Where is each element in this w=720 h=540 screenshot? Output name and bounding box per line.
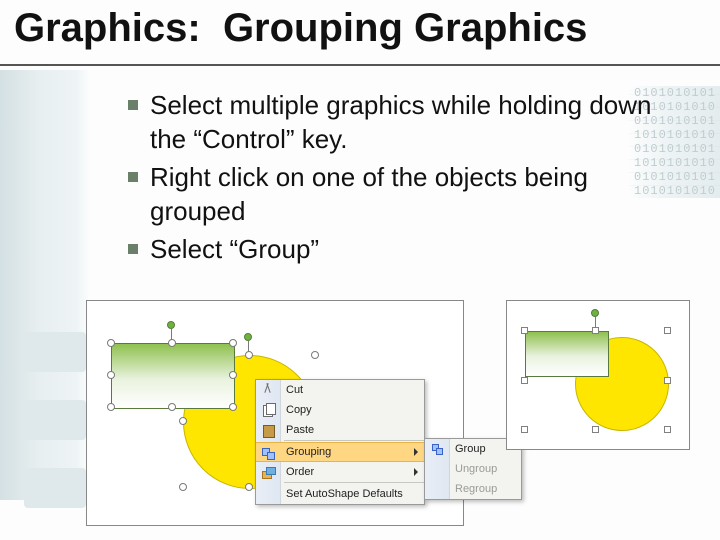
rectangle-shape[interactable] [111, 343, 235, 409]
menu-item-copy[interactable]: Copy [256, 400, 424, 420]
list-item: Select “Group” [128, 232, 688, 266]
left-tab-deco [24, 400, 86, 440]
title-underline [0, 64, 720, 66]
selection-handle[interactable] [168, 403, 176, 411]
selection-handle[interactable] [229, 403, 237, 411]
bullet-square-icon [128, 100, 138, 110]
selection-handle[interactable] [107, 339, 115, 347]
menu-item-paste[interactable]: Paste [256, 420, 424, 440]
submenu-item-ungroup: Ungroup [425, 459, 521, 479]
selection-handle[interactable] [107, 403, 115, 411]
group-handle[interactable] [521, 327, 528, 334]
menu-item-set-autoshape-defaults[interactable]: Set AutoShape Defaults [256, 484, 424, 504]
group-icon [429, 441, 445, 457]
slide: 0101010101 1010101010 0101010101 1010101… [0, 0, 720, 540]
cut-icon [260, 382, 276, 398]
list-item: Select multiple graphics while holding d… [128, 88, 688, 156]
selection-handle[interactable] [179, 417, 187, 425]
order-icon [260, 464, 276, 480]
rectangle-shape[interactable] [525, 331, 609, 377]
menu-item-label: Order [286, 466, 314, 478]
group-handle[interactable] [592, 426, 599, 433]
group-handle[interactable] [664, 426, 671, 433]
selection-handle[interactable] [245, 351, 253, 359]
menu-item-label: Grouping [286, 446, 331, 458]
selection-handle[interactable] [229, 371, 237, 379]
bullet-list: Select multiple graphics while holding d… [128, 88, 688, 270]
rotation-handle-icon[interactable] [591, 309, 599, 317]
group-handle[interactable] [521, 426, 528, 433]
bullet-square-icon [128, 172, 138, 182]
submenu-arrow-icon [414, 448, 418, 456]
group-handle[interactable] [664, 377, 671, 384]
submenu-item-regroup: Regroup [425, 479, 521, 499]
left-tab-deco [24, 468, 86, 508]
menu-item-cut[interactable]: Cut [256, 380, 424, 400]
list-item-text: Select “Group” [150, 232, 688, 266]
copy-icon [260, 402, 276, 418]
menu-item-order[interactable]: Order [256, 462, 424, 482]
context-menu[interactable]: Cut Copy Paste Grouping [255, 379, 425, 505]
list-item-text: Select multiple graphics while holding d… [150, 88, 688, 156]
menu-item-grouping[interactable]: Grouping [256, 442, 424, 462]
bullet-square-icon [128, 244, 138, 254]
menu-item-label: Ungroup [455, 463, 497, 475]
selection-handle[interactable] [107, 371, 115, 379]
selection-handle[interactable] [229, 339, 237, 347]
menu-item-label: Paste [286, 424, 314, 436]
list-item-text: Right click on one of the objects being … [150, 160, 688, 228]
menu-item-label: Cut [286, 384, 303, 396]
list-item: Right click on one of the objects being … [128, 160, 688, 228]
menu-item-label: Set AutoShape Defaults [286, 488, 403, 500]
submenu-arrow-icon [414, 468, 418, 476]
group-handle[interactable] [664, 327, 671, 334]
selection-handle[interactable] [311, 351, 319, 359]
paste-icon [260, 422, 276, 438]
menu-item-label: Regroup [455, 483, 497, 495]
selection-handle[interactable] [245, 483, 253, 491]
rotation-handle-icon[interactable] [244, 333, 252, 341]
page-title: Graphics: Grouping Graphics [14, 6, 587, 51]
figure-grouped-result [506, 300, 690, 450]
left-tab-deco [24, 332, 86, 372]
figure-selected-with-menu: Cut Copy Paste Grouping [86, 300, 464, 526]
menu-item-label: Group [455, 443, 486, 455]
grouping-icon [260, 445, 276, 461]
menu-item-label: Copy [286, 404, 312, 416]
rotation-handle-icon[interactable] [167, 321, 175, 329]
selection-handle[interactable] [179, 483, 187, 491]
selection-handle[interactable] [168, 339, 176, 347]
group-handle[interactable] [592, 327, 599, 334]
group-handle[interactable] [521, 377, 528, 384]
